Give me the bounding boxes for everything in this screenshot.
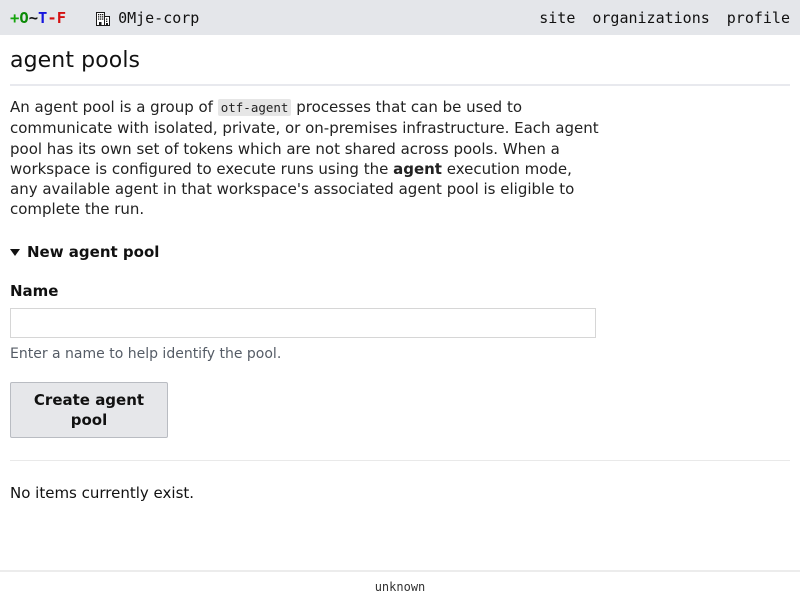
list-divider [10, 459, 790, 461]
intro-paragraph: An agent pool is a group of otf-agent pr… [10, 97, 600, 220]
page-footer: unknown [0, 570, 800, 600]
organization-block: 0Mje-corp [96, 9, 199, 27]
brand-char-o: O [19, 8, 29, 27]
brand-char-plus: + [10, 8, 20, 27]
brand-char-tilde: ~ [28, 8, 39, 27]
building-icon [96, 11, 111, 27]
name-field-hint: Enter a name to help identify the pool. [10, 345, 282, 362]
new-agent-pool-summary[interactable]: New agent pool [10, 243, 790, 261]
main-content: agent pools An agent pool is a group of … [0, 48, 800, 502]
new-agent-pool-disclosure: New agent pool Name Enter a name to help… [10, 243, 790, 438]
new-agent-pool-summary-label: New agent pool [27, 242, 160, 261]
page-title: agent pools [10, 48, 141, 73]
title-divider [10, 84, 790, 86]
chevron-down-icon [10, 249, 20, 257]
name-input[interactable] [10, 307, 596, 338]
brand-logo-link[interactable]: +O~T-F [10, 9, 66, 27]
nav-item-organizations[interactable]: organizations [592, 9, 709, 27]
inline-code-otf-agent: otf-agent [217, 99, 292, 116]
create-agent-pool-button[interactable]: Create agent pool [10, 381, 168, 438]
name-field-label: Name [10, 281, 59, 300]
intro-text-part1: An agent pool is a group of [10, 98, 218, 116]
footer-version-text: unknown [374, 580, 426, 594]
nav-item-site[interactable]: site [539, 9, 575, 27]
intro-bold-agent: agent [393, 159, 442, 178]
nav-item-profile[interactable]: profile [727, 9, 790, 27]
top-navigation: site organizations profile [539, 9, 792, 27]
brand-char-dash: - [47, 8, 57, 27]
list-divider-wrap [10, 459, 790, 461]
organization-name-link[interactable]: 0Mje-corp [118, 9, 199, 27]
brand-char-t: T [38, 8, 48, 27]
top-header-bar: +O~T-F 0Mje-corp site organizations prof… [0, 0, 800, 35]
empty-state-message: No items currently exist. [10, 483, 195, 502]
brand-char-f: F [56, 8, 67, 27]
